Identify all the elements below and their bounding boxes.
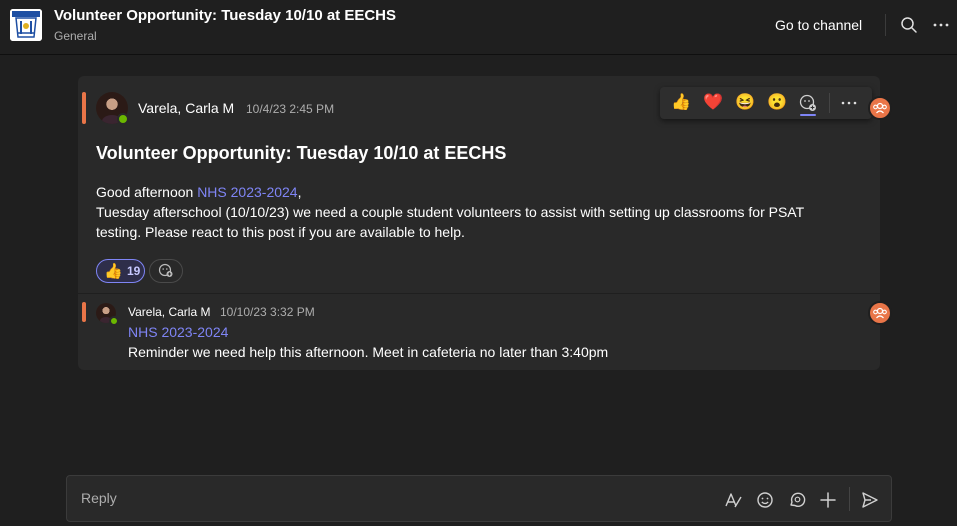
reply-timestamp: 10/10/23 3:32 PM — [220, 305, 315, 319]
post-greeting: Good afternoon — [96, 184, 198, 200]
message-more-options-icon[interactable] — [838, 92, 860, 114]
header-divider — [885, 14, 886, 36]
page-title: Volunteer Opportunity: Tuesday 10/10 at … — [54, 7, 397, 24]
channel-name[interactable]: General — [54, 29, 97, 43]
post-timestamp: 10/4/23 2:45 PM — [246, 102, 335, 116]
emoji-icon[interactable] — [755, 490, 775, 510]
post-subject: Volunteer Opportunity: Tuesday 10/10 at … — [96, 143, 507, 163]
post-body-text: Tuesday afterschool (10/10/23) we need a… — [96, 204, 804, 240]
presence-available-icon — [117, 113, 129, 125]
add-icon[interactable] — [818, 490, 838, 510]
surprised-reaction-icon[interactable]: 😮 — [766, 92, 788, 114]
search-icon[interactable] — [899, 15, 919, 35]
post-accent-bar — [82, 92, 86, 124]
send-icon[interactable] — [860, 490, 880, 510]
reply-team-mention[interactable]: NHS 2023-2024 — [128, 324, 228, 340]
header-bar: Volunteer Opportunity: Tuesday 10/10 at … — [0, 0, 957, 55]
team-badge-icon[interactable] — [868, 96, 892, 120]
laugh-reaction-icon[interactable]: 😆 — [734, 92, 756, 114]
thumbs-up-icon: 👍 — [104, 263, 123, 280]
reaction-underline — [800, 114, 816, 116]
like-reaction-icon[interactable]: 👍 — [670, 92, 692, 114]
format-icon[interactable] — [723, 490, 743, 510]
reaction-thumbs-up[interactable]: 👍 19 — [96, 259, 145, 283]
message-thread: Varela, Carla M 10/4/23 2:45 PM Voluntee… — [78, 76, 880, 370]
team-logo-icon[interactable] — [10, 9, 42, 41]
add-reaction-button[interactable] — [149, 259, 183, 283]
reply-divider — [78, 293, 880, 294]
composer-divider — [849, 487, 850, 511]
loop-component-icon[interactable] — [787, 490, 807, 510]
reply-team-badge-icon[interactable] — [868, 301, 892, 325]
post-greeting-suffix: , — [297, 184, 302, 200]
post-author[interactable]: Varela, Carla M — [138, 100, 234, 116]
reaction-toolbar: 👍 ❤️ 😆 😮 — [660, 87, 872, 119]
reply-composer — [66, 475, 892, 522]
reply-author[interactable]: Varela, Carla M — [128, 305, 210, 319]
reply-input[interactable] — [79, 486, 683, 510]
reply-text: Reminder we need help this afternoon. Me… — [128, 344, 609, 360]
reaction-toolbar-divider — [829, 93, 830, 113]
team-mention[interactable]: NHS 2023-2024 — [197, 184, 297, 200]
post-body: Good afternoon NHS 2023-2024, Tuesday af… — [96, 182, 836, 242]
go-to-channel-button[interactable]: Go to channel — [775, 17, 862, 33]
heart-reaction-icon[interactable]: ❤️ — [702, 92, 724, 114]
reply-presence-icon — [109, 316, 119, 326]
reply-accent-bar — [82, 302, 86, 322]
add-reaction-icon — [158, 263, 173, 277]
reaction-count: 19 — [127, 264, 141, 278]
more-reactions-icon[interactable] — [797, 92, 819, 114]
more-options-icon[interactable] — [932, 15, 950, 35]
